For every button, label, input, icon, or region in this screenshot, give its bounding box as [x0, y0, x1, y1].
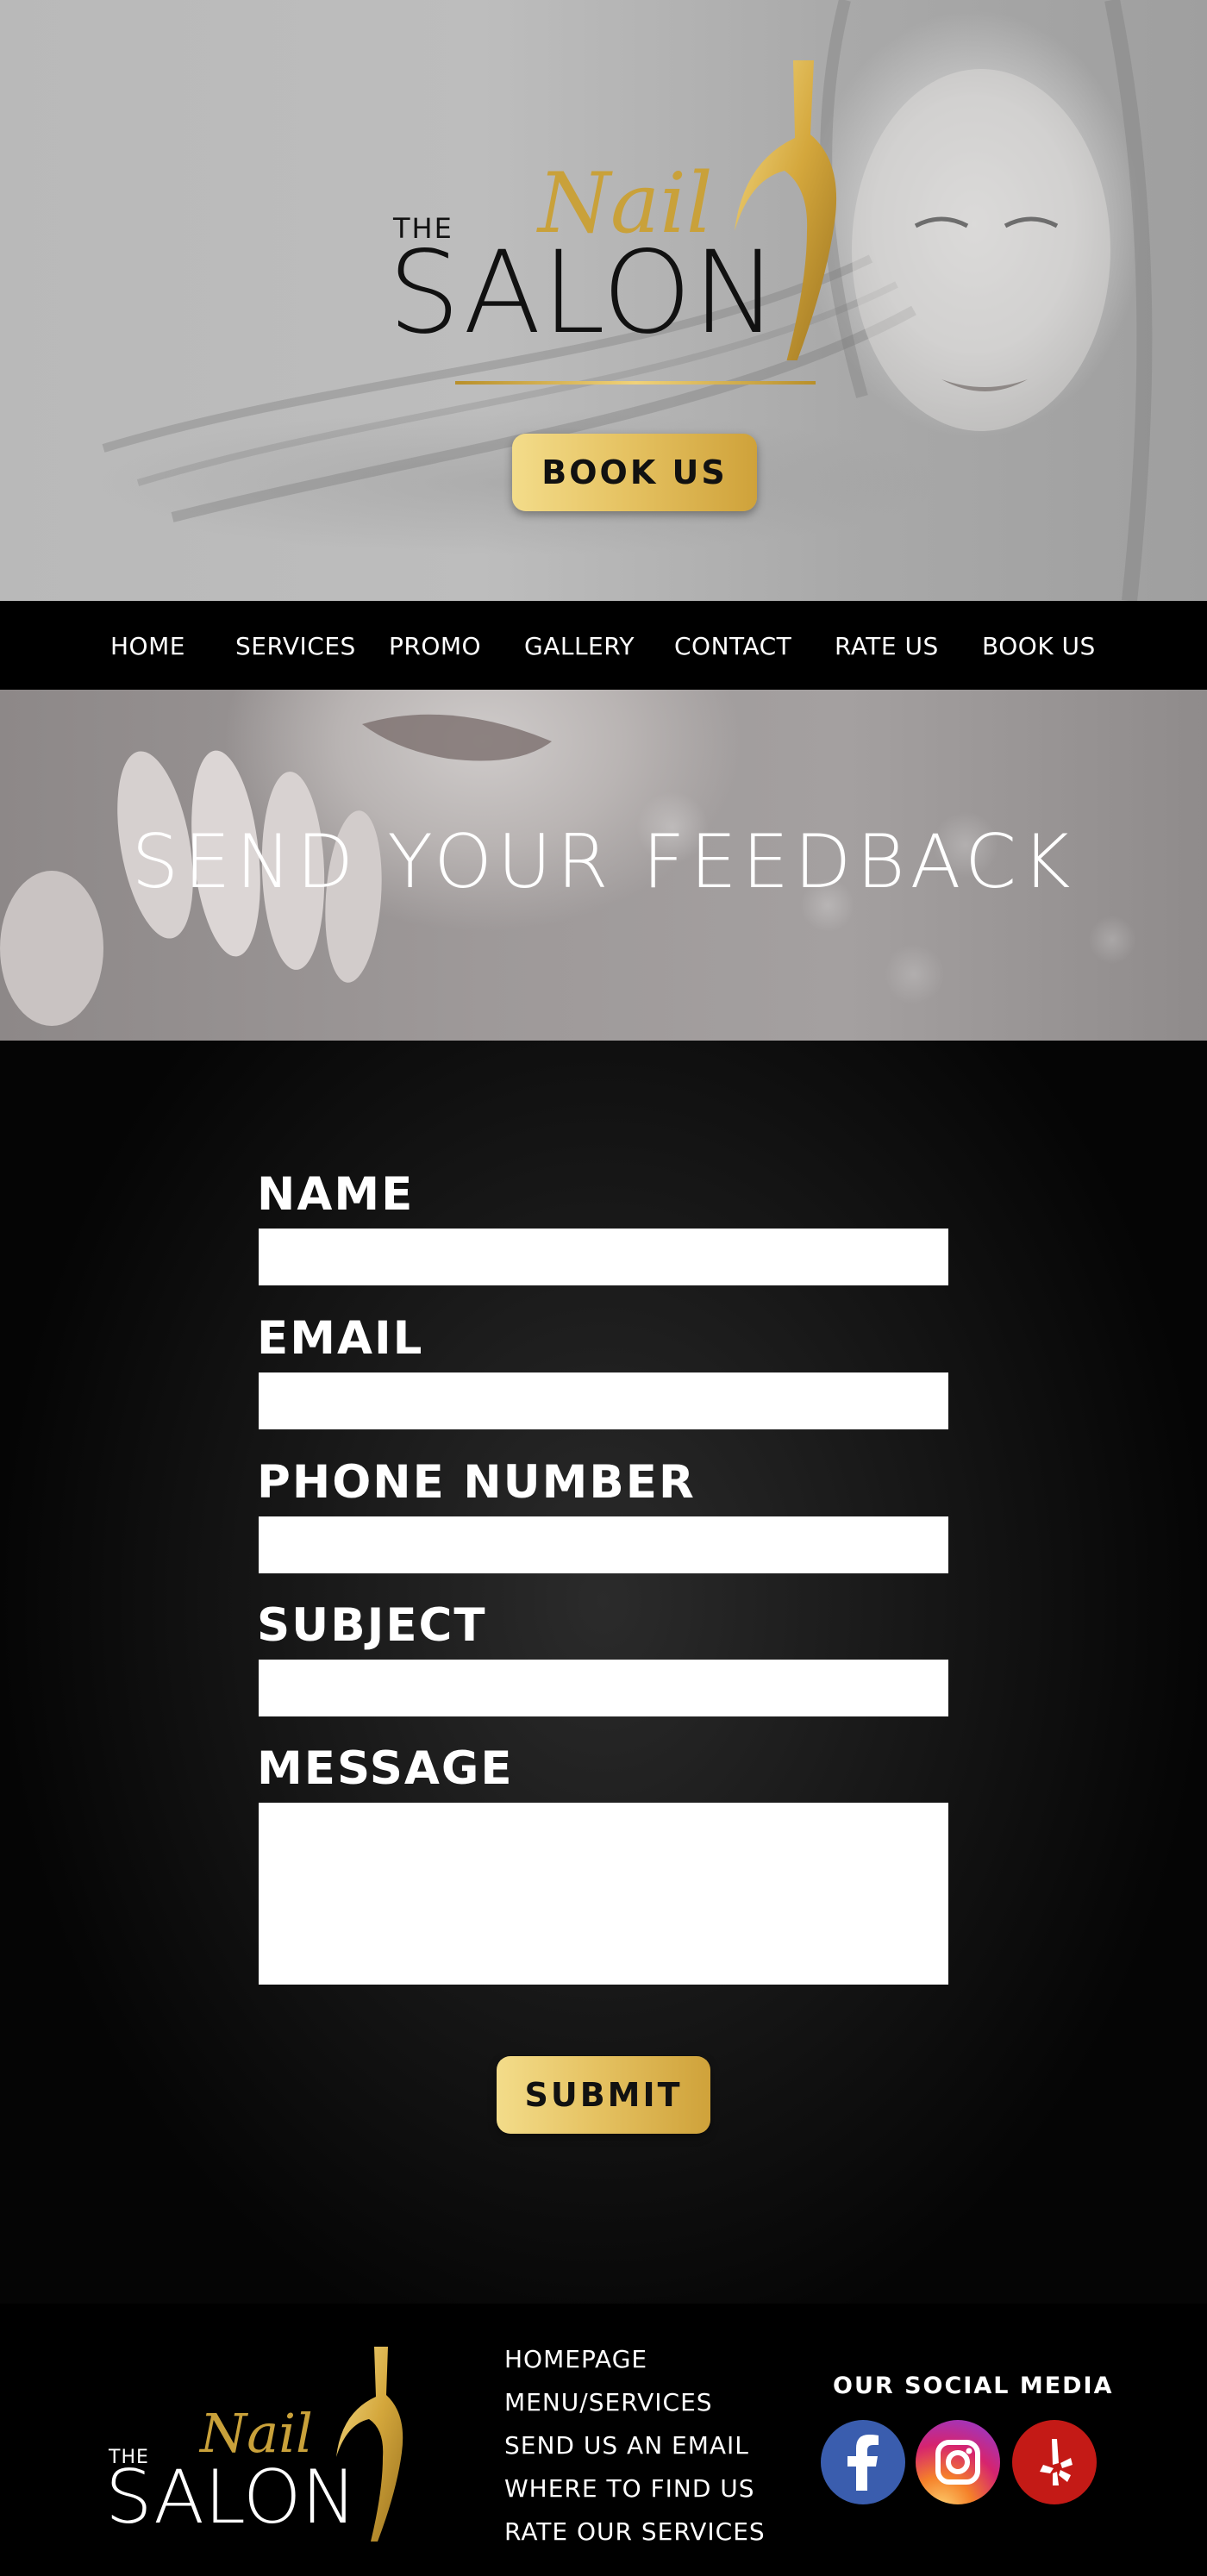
book-us-button[interactable]: BOOK US [512, 434, 757, 511]
page-title: SEND YOUR FEEDBACK [131, 819, 1076, 905]
footer-link-menu-services[interactable]: MENU/SERVICES [504, 2381, 766, 2424]
submit-button[interactable]: SUBMIT [497, 2056, 710, 2134]
feedback-banner: SEND YOUR FEEDBACK [0, 690, 1207, 1041]
yelp-icon [1040, 2439, 1073, 2485]
footer: Nail THE SALON HOMEPAGE MENU/SERVICES SE… [0, 2304, 1207, 2576]
instagram-icon [935, 2440, 980, 2485]
name-label: NAME [257, 1168, 415, 1221]
subject-field[interactable] [259, 1660, 948, 1716]
email-field[interactable] [259, 1372, 948, 1429]
message-field[interactable] [259, 1803, 948, 1985]
social-media-title: OUR SOCIAL MEDIA [833, 2373, 1114, 2399]
phone-number-field[interactable] [259, 1516, 948, 1573]
logo-salon-text: SALON [388, 227, 779, 360]
nav-item-contact[interactable]: CONTACT [674, 632, 791, 660]
facebook-link[interactable] [821, 2420, 905, 2504]
nav-item-rate-us[interactable]: RATE US [835, 632, 939, 660]
nav-item-book-us[interactable]: BOOK US [982, 632, 1096, 660]
footer-links: HOMEPAGE MENU/SERVICES SEND US AN EMAIL … [504, 2338, 766, 2554]
feedback-form: NAME EMAIL PHONE NUMBER SUBJECT MESSAGE … [0, 1041, 1207, 2304]
footer-link-send-email[interactable]: SEND US AN EMAIL [504, 2424, 766, 2467]
nav-item-gallery[interactable]: GALLERY [524, 632, 635, 660]
footer-logo[interactable]: Nail THE SALON [105, 2345, 433, 2543]
logo-underline [455, 381, 816, 385]
nav-item-promo[interactable]: PROMO [389, 632, 481, 660]
facebook-icon [847, 2435, 879, 2491]
subject-label: SUBJECT [257, 1599, 487, 1652]
footer-link-homepage[interactable]: HOMEPAGE [504, 2338, 766, 2381]
yelp-link[interactable] [1012, 2420, 1097, 2504]
instagram-link[interactable] [916, 2420, 1000, 2504]
hero-section: Nail THE SALON BOOK US [0, 0, 1207, 601]
footer-link-rate-services[interactable]: RATE OUR SERVICES [504, 2510, 766, 2554]
footer-logo-nail-text: Nail [200, 2402, 313, 2465]
main-nav: HOME SERVICES PROMO GALLERY CONTACT RATE… [0, 601, 1207, 690]
name-field[interactable] [259, 1229, 948, 1285]
email-label: EMAIL [257, 1312, 424, 1365]
footer-link-find-us[interactable]: WHERE TO FIND US [504, 2467, 766, 2510]
nav-item-services[interactable]: SERVICES [235, 632, 356, 660]
phone-number-label: PHONE NUMBER [257, 1456, 696, 1509]
hero-logo[interactable]: Nail THE SALON [379, 59, 905, 395]
message-label: MESSAGE [257, 1742, 514, 1795]
nav-item-home[interactable]: HOME [110, 632, 185, 660]
footer-logo-salon-text: SALON [105, 2454, 357, 2541]
